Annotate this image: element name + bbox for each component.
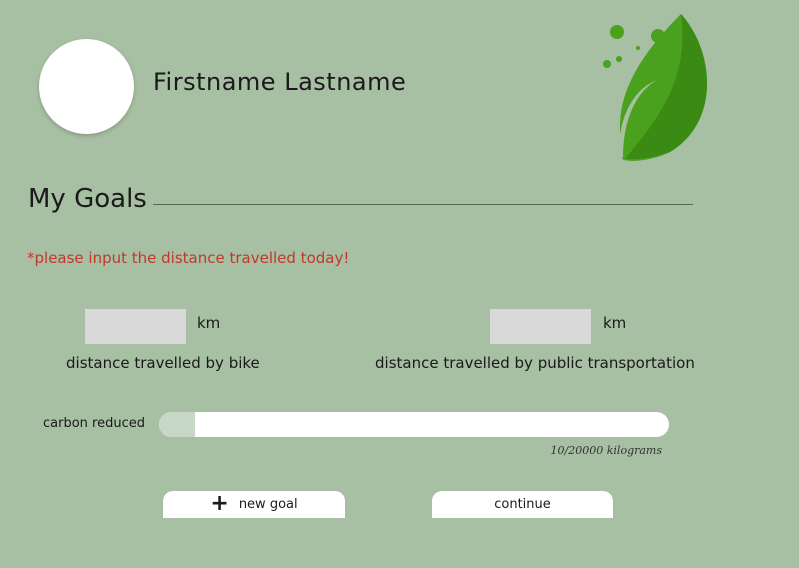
carbon-progress-bar: [159, 412, 669, 437]
title-divider: [153, 204, 693, 205]
carbon-progress-fill: [159, 412, 195, 437]
leaf-icon: [603, 14, 708, 161]
input-warning: *please input the distance travelled tod…: [27, 249, 350, 267]
continue-button[interactable]: continue: [432, 491, 613, 518]
continue-label: continue: [494, 497, 551, 512]
new-goal-label: new goal: [238, 497, 298, 512]
progress-caption: 10/20000 kilograms: [550, 444, 662, 457]
transit-distance-input[interactable]: [490, 309, 591, 344]
transit-unit: km: [603, 314, 627, 332]
bike-unit: km: [197, 314, 221, 332]
transit-distance-label: distance travelled by public transportat…: [375, 354, 695, 372]
section-title: My Goals: [28, 184, 147, 214]
new-goal-button[interactable]: + new goal: [163, 491, 345, 518]
avatar[interactable]: [39, 39, 134, 134]
plus-icon: +: [210, 490, 229, 516]
bike-distance-input[interactable]: [85, 309, 186, 344]
bike-distance-label: distance travelled by bike: [66, 354, 260, 372]
progress-label: carbon reduced: [43, 416, 145, 431]
user-name: Firstname Lastname: [153, 68, 407, 96]
